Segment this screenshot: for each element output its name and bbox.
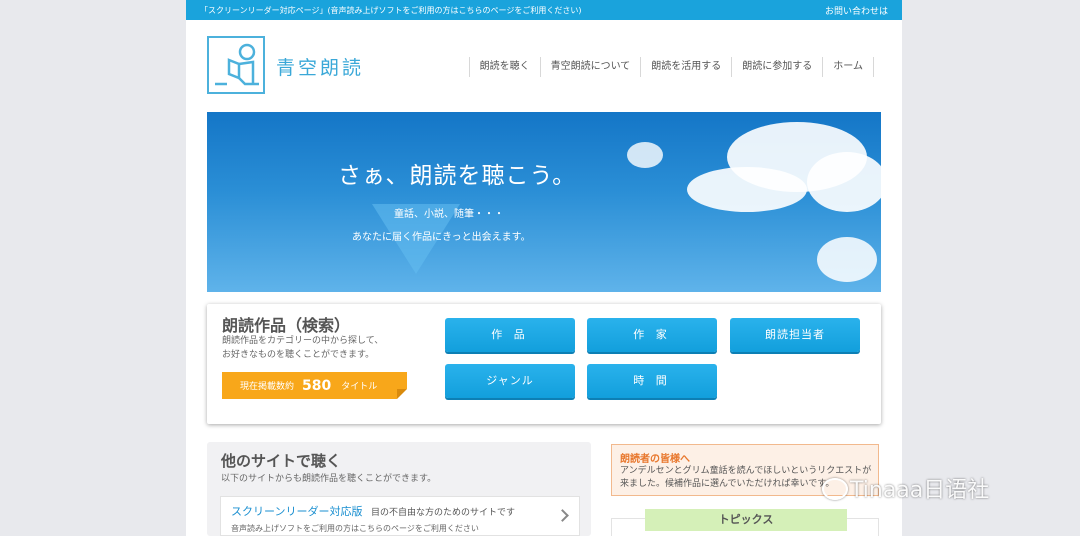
- cloud-shape: [627, 142, 663, 168]
- topics-section: トピックス: [611, 509, 879, 536]
- top-bar: 「スクリーンリーダー対応ページ」(音声読み上げソフトをご利用の方はこちらのページ…: [186, 0, 902, 20]
- other-sites-description: 以下のサイトからも朗読作品を聴くことができます。: [221, 474, 437, 484]
- category-button-authors[interactable]: 作 家: [587, 318, 717, 352]
- watermark-text: Tinaaa日语社: [850, 478, 990, 503]
- count-number: 580: [302, 377, 332, 394]
- other-sites-title: 他のサイトで聴く: [221, 452, 342, 470]
- count-prefix: 現在掲載数約: [240, 382, 295, 392]
- logo-icon[interactable]: [207, 36, 265, 94]
- corner-fold: [397, 389, 407, 399]
- wechat-icon: [822, 478, 848, 500]
- card-subtitle: 目の不自由な方のためのサイトです: [371, 508, 516, 518]
- hero-title: さぁ、朗読を聴こう。: [338, 163, 577, 189]
- screen-reader-link[interactable]: 「スクリーンリーダー対応ページ」(音声読み上げソフトをご利用の方はこちらのページ…: [200, 5, 582, 16]
- search-description: お好きなものを聴くことができます。: [222, 350, 375, 360]
- nav-item-home[interactable]: ホーム: [822, 57, 874, 77]
- search-description: 朗読作品をカテゴリーの中から探して、: [222, 336, 384, 346]
- search-panel: 朗読作品（検索） 朗読作品をカテゴリーの中から探して、 お好きなものを聴くことが…: [207, 304, 881, 424]
- site-logo-text[interactable]: 青空朗読: [276, 53, 364, 80]
- card-title: スクリーンリーダー対応版: [231, 505, 363, 518]
- page-container: 青空朗読 朗読を聴く 青空朗読について 朗読を活用する 朗読に参加する ホーム …: [186, 20, 902, 536]
- category-button-works[interactable]: 作 品: [445, 318, 575, 352]
- main-nav: 朗読を聴く 青空朗読について 朗読を活用する 朗読に参加する ホーム: [468, 57, 874, 77]
- nav-item-about[interactable]: 青空朗読について: [539, 57, 641, 77]
- card-description: 音声読み上げソフトをご利用の方はこちらのページをご利用ください: [231, 524, 479, 533]
- cloud-shape: [817, 237, 877, 282]
- nav-item-participate[interactable]: 朗読に参加する: [731, 57, 822, 77]
- nav-item-listen[interactable]: 朗読を聴く: [468, 57, 540, 77]
- count-suffix: タイトル: [341, 382, 378, 392]
- category-button-readers[interactable]: 朗読担当者: [730, 318, 860, 352]
- chevron-right-icon: [556, 509, 569, 522]
- topics-label: トピックス: [645, 509, 847, 531]
- cloud-shape: [807, 152, 881, 212]
- hero-subtitle: 童話、小説、随筆・・・: [394, 209, 504, 220]
- contact-link[interactable]: お問い合わせは: [825, 4, 888, 17]
- cloud-shape: [687, 167, 807, 212]
- hero-subtitle: あなたに届く作品にきっと出会えます。: [352, 232, 531, 243]
- category-button-genre[interactable]: ジャンル: [445, 364, 575, 398]
- title-count-badge: 現在掲載数約 580 タイトル: [222, 372, 407, 399]
- notice-title[interactable]: 朗読者の皆様へ: [620, 450, 690, 465]
- hero-banner: さぁ、朗読を聴こう。 童話、小説、随筆・・・ あなたに届く作品にきっと出会えます…: [207, 112, 881, 292]
- category-button-time[interactable]: 時 間: [587, 364, 717, 398]
- nav-item-utilize[interactable]: 朗読を活用する: [640, 57, 731, 77]
- other-sites-panel: 他のサイトで聴く 以下のサイトからも朗読作品を聴くことができます。 スクリーンリ…: [207, 442, 591, 536]
- screen-reader-site-card[interactable]: スクリーンリーダー対応版 目の不自由な方のためのサイトです 音声読み上げソフトを…: [220, 496, 580, 536]
